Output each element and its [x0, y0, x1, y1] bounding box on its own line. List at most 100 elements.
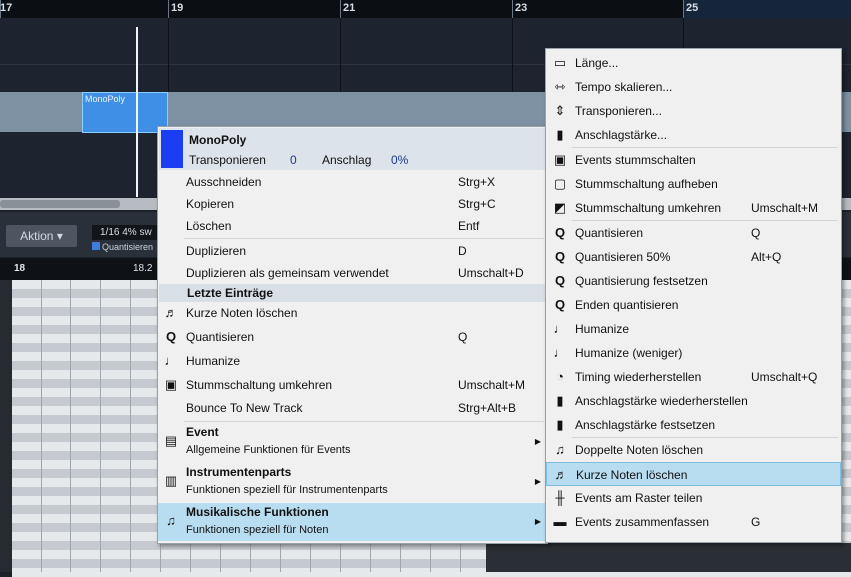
menu-item-cut[interactable]: Ausschneiden Strg+X: [158, 171, 547, 193]
arrangement-ruler[interactable]: 17 19 21 23 25: [0, 0, 851, 18]
submenu-item-velocity[interactable]: ▮ Anschlagstärke...: [546, 123, 841, 147]
playback-cursor[interactable]: [136, 27, 138, 197]
submenu-item-humanize[interactable]: ♩ Humanize: [546, 317, 841, 341]
bar-number: 23: [515, 2, 528, 14]
length-icon: ▭: [553, 55, 567, 70]
quantize-sub-label[interactable]: Quantisieren: [92, 242, 162, 254]
submenu-item-merge[interactable]: ▬ Events zusammenfassen G: [546, 510, 841, 534]
quantize-icon: [92, 242, 100, 250]
submenu-item-length[interactable]: ▭ Länge...: [546, 51, 841, 75]
submenu-item-label: Humanize (weniger): [575, 346, 683, 360]
short-notes-icon: ♬: [164, 305, 178, 320]
submenu-item-mute[interactable]: ▣ Events stummschalten: [546, 148, 841, 172]
transpose-label: Transponieren: [189, 153, 266, 167]
submenu-item-label: Events zusammenfassen: [575, 515, 710, 529]
menu-item-copy[interactable]: Kopieren Strg+C: [158, 193, 547, 215]
chevron-right-icon: ▶: [534, 477, 541, 486]
submenu-item-shortcut: Q: [751, 226, 761, 240]
submenu-item-split-grid[interactable]: ╫ Events am Raster teilen: [546, 486, 841, 510]
submenu-item-label: Stummschaltung aufheben: [575, 177, 718, 191]
menu-item-recent-humanize[interactable]: ♩ Humanize: [158, 350, 547, 372]
submenu-item-label: Quantisierung festsetzen: [575, 274, 708, 288]
merge-icon: ▬: [553, 514, 567, 529]
recent-items-header: Letzte Einträge: [159, 284, 546, 302]
quantize-value-field[interactable]: 1/16 4% sw: [92, 225, 166, 240]
unmute-icon: ▢: [553, 176, 567, 191]
tempo-scale-icon: ⇿: [554, 79, 566, 94]
ruler-loop-region: [683, 0, 851, 18]
menu-item-recent-quantize[interactable]: Q Quantisieren Q: [158, 326, 547, 348]
submenu-item-short-notes[interactable]: ♬ Kurze Noten löschen: [546, 462, 841, 486]
instrument-part[interactable]: MonoPoly: [82, 92, 168, 133]
quantize-icon: Q: [554, 225, 566, 240]
short-notes-icon: ♬: [554, 467, 568, 482]
submenu-item-transpose[interactable]: ⇕ Transponieren...: [546, 99, 841, 123]
quantize-value: 1/16 4% sw: [100, 227, 152, 238]
piano-keys[interactable]: [0, 280, 12, 572]
velocity-restore-icon: ▮: [556, 393, 564, 408]
submenu-item-label: Transponieren...: [575, 104, 662, 118]
submenu-item-quantize-ends[interactable]: Q Enden quantisieren: [546, 293, 841, 317]
submenu-item-label: Anschlagstärke...: [575, 128, 668, 142]
part-color-swatch[interactable]: [161, 130, 183, 168]
submenu-item-shortcut: Umschalt+Q: [751, 370, 818, 384]
velocity-value[interactable]: 0%: [391, 153, 408, 167]
submenu-item-quantize-50[interactable]: Q Quantisieren 50% Alt+Q: [546, 245, 841, 269]
quantize-sub-text: Quantisieren: [102, 242, 154, 252]
submenu-item-label: Quantisieren: [575, 226, 644, 240]
context-menu-part-header: MonoPoly Transponieren 0 Anschlag 0%: [159, 128, 546, 170]
aktion-label: Aktion: [20, 229, 54, 243]
timing-restore-icon: ◔: [556, 369, 564, 384]
quantize-50-icon: Q: [554, 249, 566, 264]
submenu-item-velocity-freeze[interactable]: ▮ Anschlagstärke festsetzen: [546, 413, 841, 437]
event-icon: ▤: [164, 433, 178, 448]
submenu-item-quantize-freeze[interactable]: Q Quantisierung festsetzen: [546, 269, 841, 293]
submenu-item-label: Stummschaltung umkehren: [575, 201, 722, 215]
scrollbar-thumb[interactable]: [0, 200, 120, 208]
quantize-ends-icon: Q: [554, 297, 566, 312]
submenu-item-label: Timing wiederherstellen: [575, 370, 702, 384]
submenu-item-velocity-restore[interactable]: ▮ Anschlagstärke wiederherstellen: [546, 389, 841, 413]
chevron-right-icon: ▶: [534, 437, 541, 446]
mute-icon: ▣: [553, 152, 567, 167]
submenu-item-label: Events am Raster teilen: [575, 491, 703, 505]
menu-item-duplicate-shared[interactable]: Duplizieren als gemeinsam verwendet Umsch…: [158, 262, 547, 284]
chevron-right-icon: ▶: [534, 517, 541, 526]
musical-functions-submenu: ▭ Länge... ⇿ Tempo skalieren... ⇕ Transponier…: [545, 48, 842, 543]
submenu-item-timing-restore[interactable]: ◔ Timing wiederherstellen Umschalt+Q: [546, 365, 841, 389]
submenu-item-shortcut: G: [751, 515, 761, 529]
submenu-item-label: Kurze Noten löschen: [576, 468, 688, 482]
quantize-icon: Q: [165, 329, 177, 344]
submenu-item-tempo-scale[interactable]: ⇿ Tempo skalieren...: [546, 75, 841, 99]
submenu-item-unmute[interactable]: ▢ Stummschaltung aufheben: [546, 172, 841, 196]
editor-beat-number: 18.2: [133, 263, 153, 274]
transpose-value[interactable]: 0: [290, 153, 297, 167]
menu-item-duplicate[interactable]: Duplizieren D: [158, 240, 547, 262]
velocity-icon: ▮: [556, 127, 564, 142]
menu-item-recent-short-notes[interactable]: ♬ Kurze Noten löschen: [158, 302, 547, 324]
humanize-less-icon: ♩: [553, 345, 567, 360]
submenu-item-label: Anschlagstärke festsetzen: [575, 418, 716, 432]
submenu-musical-functions[interactable]: ♫ Musikalische Funktionen Funktionen spe…: [158, 503, 547, 541]
submenu-item-shortcut: Umschalt+M: [751, 201, 819, 215]
menu-item-delete[interactable]: Löschen Entf: [158, 215, 547, 237]
mute-invert-icon: ▣: [164, 377, 178, 392]
submenu-item-mute-invert[interactable]: ◩ Stummschaltung umkehren Umschalt+M: [546, 196, 841, 220]
submenu-item-label: Anschlagstärke wiederherstellen: [575, 394, 748, 408]
submenu-instrument-parts[interactable]: ▥ Instrumentenparts Funktionen speziell …: [158, 463, 547, 501]
part-label: MonoPoly: [85, 94, 126, 104]
submenu-event[interactable]: ▤ Event Allgemeine Funktionen für Events…: [158, 423, 547, 461]
bar-number: 17: [0, 2, 13, 14]
chevron-down-icon: ▾: [56, 229, 63, 243]
split-grid-icon: ╫: [555, 490, 565, 505]
aktion-menu-button[interactable]: Aktion ▾: [6, 225, 77, 247]
submenu-item-shortcut: Alt+Q: [751, 250, 782, 264]
menu-item-recent-mute-invert[interactable]: ▣ Stummschaltung umkehren Umschalt+M: [158, 374, 547, 396]
submenu-item-label: Länge...: [575, 56, 619, 70]
submenu-item-quantize[interactable]: Q Quantisieren Q: [546, 221, 841, 245]
part-title: MonoPoly: [189, 133, 247, 147]
menu-item-bounce[interactable]: Bounce To New Track Strg+Alt+B: [158, 397, 547, 419]
submenu-item-duplicate-notes[interactable]: ♫ Doppelte Noten löschen: [546, 438, 841, 462]
submenu-item-label: Tempo skalieren...: [575, 80, 673, 94]
submenu-item-humanize-less[interactable]: ♩ Humanize (weniger): [546, 341, 841, 365]
